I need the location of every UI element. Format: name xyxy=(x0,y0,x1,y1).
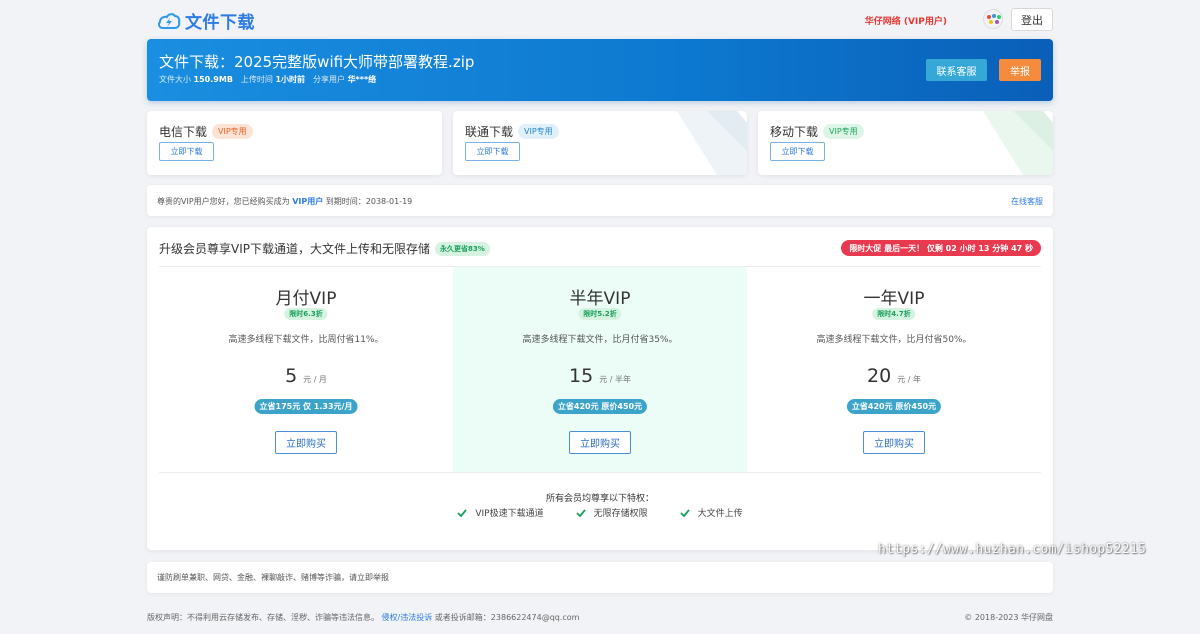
vip-tag: VIP专用 xyxy=(518,124,559,139)
plan-name: 月付VIP xyxy=(275,289,337,309)
download-button-mobile[interactable]: 立即下载 xyxy=(770,142,825,161)
plan-savings: 立省420元 原价450元 xyxy=(552,399,648,414)
plan-discount: 限时6.3折 xyxy=(284,308,328,320)
check-icon xyxy=(457,508,468,517)
check-icon xyxy=(575,508,586,517)
plan-price: 15 元 / 半年 xyxy=(453,365,747,387)
report-button[interactable]: 举报 xyxy=(999,59,1041,81)
plan-list: 月付VIP 限时6.3折 高速多线程下载文件，比周付省11%。 5 元 / 月 … xyxy=(159,267,1041,472)
plan-price: 20 元 / 年 xyxy=(747,365,1041,387)
perk-item: 无限存储权限 xyxy=(575,506,648,519)
perk-item: 大文件上传 xyxy=(679,506,743,519)
download-button-unicom[interactable]: 立即下载 xyxy=(465,142,520,161)
complaint-link[interactable]: 侵权/违法投诉 xyxy=(382,613,433,622)
plan-name: 半年VIP xyxy=(569,289,631,309)
divider xyxy=(159,472,1041,473)
plan-yearly: 一年VIP 限时4.7折 高速多线程下载文件，比月付省50%。 20 元 / 年… xyxy=(747,267,1041,472)
plan-name: 一年VIP xyxy=(863,289,925,309)
price-amount: 20 xyxy=(867,365,892,387)
card-title: 联通下载 VIP专用 xyxy=(465,123,559,140)
plan-discount: 限时5.2折 xyxy=(578,308,622,320)
plan-price: 5 元 / 月 xyxy=(159,365,453,387)
plan-savings: 立省175元 仅 1.33元/月 xyxy=(254,399,358,414)
price-unit: 元 / 年 xyxy=(897,375,921,384)
user-name[interactable]: 华仔网络 (VIP用户) xyxy=(865,14,947,27)
price-unit: 元 / 半年 xyxy=(599,375,631,384)
footer-brand: © 2018-2023 华仔网盘 xyxy=(964,613,1053,622)
notice-text: 尊贵的VIP用户您好，您已经购买成为 VIP用户 到期时间：2038-01-19 xyxy=(157,197,413,206)
plan-discount: 限时4.7折 xyxy=(872,308,916,320)
vip-tag: VIP专用 xyxy=(212,124,253,139)
file-title: 文件下载：2025完整版wifi大师带部署教程.zip xyxy=(159,53,475,71)
avatar[interactable] xyxy=(983,9,1003,29)
file-banner: 文件下载：2025完整版wifi大师带部署教程.zip 文件大小 150.9MB… xyxy=(147,39,1053,101)
price-amount: 5 xyxy=(285,365,298,387)
upload-time: 上传时间 1小时前 xyxy=(240,75,306,84)
perk-item: VIP极速下载通道 xyxy=(457,506,544,519)
card-decoration xyxy=(677,111,747,175)
check-icon xyxy=(679,508,690,517)
card-decoration xyxy=(983,111,1053,175)
plan-monthly: 月付VIP 限时6.3折 高速多线程下载文件，比周付省11%。 5 元 / 月 … xyxy=(159,267,453,472)
watermark: https://www.huzhan.com/ishop52215 xyxy=(878,542,1147,557)
cloud-lightning-icon xyxy=(158,12,181,29)
vip-notice: 尊贵的VIP用户您好，您已经购买成为 VIP用户 到期时间：2038-01-19… xyxy=(147,185,1053,216)
logout-button[interactable]: 登出 xyxy=(1011,8,1053,31)
plan-description: 高速多线程下载文件，比月付省35%。 xyxy=(522,335,678,345)
online-support-link[interactable]: 在线客服 xyxy=(1011,196,1043,207)
vip-tag: VIP专用 xyxy=(823,124,864,139)
sharer: 分享用户 华***络 xyxy=(313,75,377,84)
top-bar: 文件下载 华仔网络 (VIP用户) 登出 xyxy=(147,8,1053,34)
card-title: 电信下载 VIP专用 xyxy=(159,123,253,140)
plan-description: 高速多线程下载文件，比周付省11%。 xyxy=(228,335,384,345)
download-button-telecom[interactable]: 立即下载 xyxy=(159,142,214,161)
plan-description: 高速多线程下载文件，比月付省50%。 xyxy=(816,335,972,345)
logo[interactable]: 文件下载 xyxy=(157,8,255,33)
download-card-mobile: 移动下载 VIP专用 立即下载 xyxy=(758,111,1053,175)
warning-text: 谨防刷单兼职、网贷、金融、裸聊敲诈、赌博等诈骗，请立即举报 xyxy=(157,573,389,582)
card-title: 移动下载 VIP专用 xyxy=(770,123,864,140)
price-unit: 元 / 月 xyxy=(303,375,327,384)
perk-list: VIP极速下载通道 无限存储权限 大文件上传 xyxy=(147,506,1053,519)
file-size: 文件大小 150.9MB xyxy=(159,75,233,84)
plan-half-year: 半年VIP 限时5.2折 高速多线程下载文件，比月付省35%。 15 元 / 半… xyxy=(453,267,747,472)
savings-badge: 永久更省83% xyxy=(435,241,490,256)
buy-button-yearly[interactable]: 立即购买 xyxy=(863,431,925,454)
download-card-unicom: 联通下载 VIP专用 立即下载 xyxy=(453,111,747,175)
buy-button-monthly[interactable]: 立即购买 xyxy=(275,431,337,454)
download-card-telecom: 电信下载 VIP专用 立即下载 xyxy=(147,111,442,175)
file-meta: 文件大小 150.9MB 上传时间 1小时前 分享用户 华***络 xyxy=(159,74,376,85)
upgrade-panel: 升级会员尊享VIP下载通道，大文件上传和无限存储 永久更省83% 限时大促 最后… xyxy=(147,227,1053,550)
logo-text: 文件下载 xyxy=(185,13,255,33)
footer-copyright: 版权声明：不得利用云存储发布、存储、淫秽、诈骗等违法信息。 侵权/违法投诉 或者… xyxy=(147,613,580,622)
contact-support-button[interactable]: 联系客服 xyxy=(926,59,987,81)
fraud-warning: 谨防刷单兼职、网贷、金融、裸聊敲诈、赌博等诈骗，请立即举报 xyxy=(147,562,1053,593)
upgrade-title: 升级会员尊享VIP下载通道，大文件上传和无限存储 永久更省83% xyxy=(159,240,490,257)
buy-button-half-year[interactable]: 立即购买 xyxy=(569,431,631,454)
perks-title: 所有会员均尊享以下特权： xyxy=(545,494,654,504)
promo-countdown: 限时大促 最后一天！ 仅剩 02 小时 13 分钟 47 秒 xyxy=(841,240,1041,256)
plan-savings: 立省420元 原价450元 xyxy=(846,399,942,414)
price-amount: 15 xyxy=(569,365,594,387)
